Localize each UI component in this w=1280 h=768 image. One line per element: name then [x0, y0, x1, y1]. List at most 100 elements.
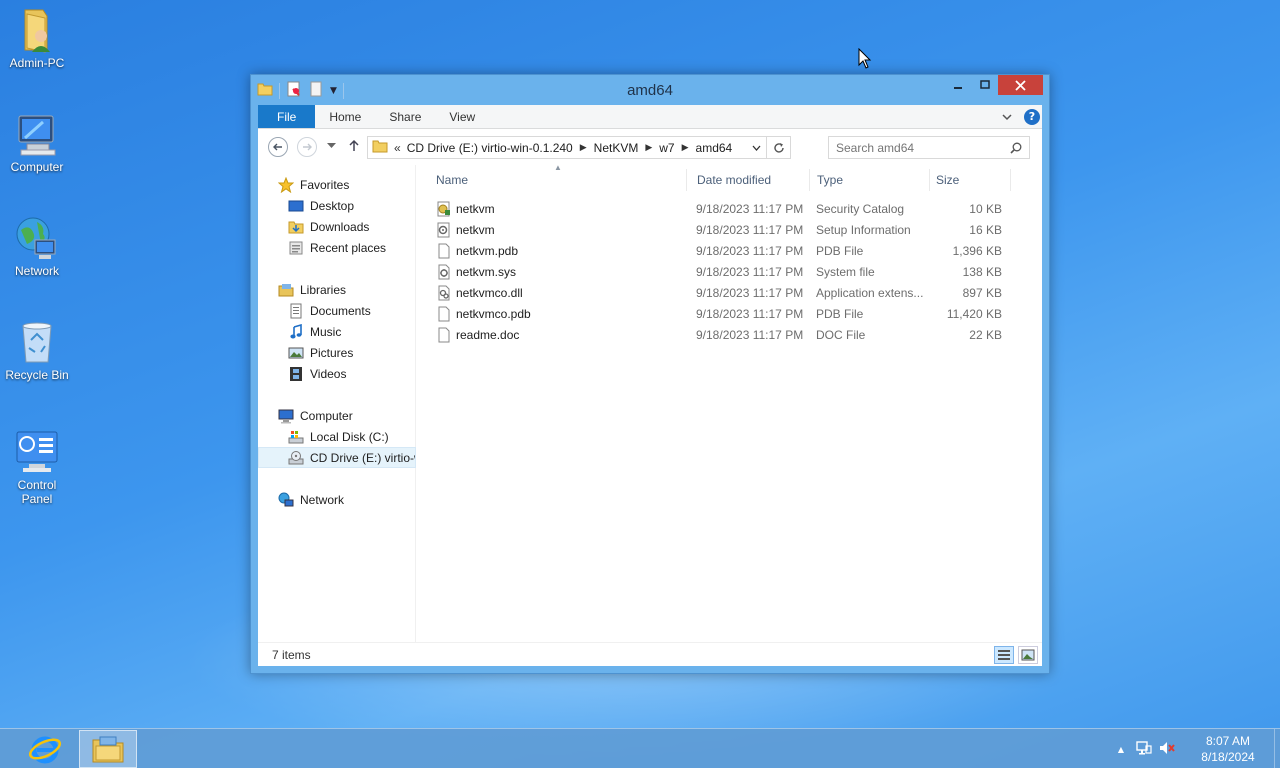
nav-computer[interactable]: Computer: [258, 405, 416, 426]
window-title: amd64: [627, 82, 673, 99]
show-desktop-button[interactable]: [1274, 729, 1280, 768]
taskbar-file-explorer[interactable]: [79, 730, 137, 768]
column-header-size[interactable]: Size: [936, 165, 959, 195]
breadcrumb-overflow[interactable]: «: [394, 141, 401, 155]
file-row[interactable]: netkvm.sys 9/18/2023 11:17 PM System fil…: [416, 261, 1042, 282]
explorer-window[interactable]: ▼ amd64 File Home Share View ? « CD Driv…: [250, 74, 1050, 674]
nav-label: Local Disk (C:): [310, 429, 389, 444]
nav-desktop[interactable]: Desktop: [258, 195, 416, 216]
column-header-name[interactable]: Name: [436, 165, 468, 195]
breadcrumb-item-w7[interactable]: w7: [659, 141, 674, 155]
column-header-type[interactable]: Type: [817, 165, 843, 195]
file-row[interactable]: netkvm 9/18/2023 11:17 PM Security Catal…: [416, 198, 1042, 219]
close-button[interactable]: [998, 75, 1043, 95]
file-name: readme.doc: [456, 327, 520, 342]
star-icon: [277, 176, 295, 193]
search-box[interactable]: [828, 136, 1030, 159]
file-row[interactable]: netkvmco.pdb 9/18/2023 11:17 PM PDB File…: [416, 303, 1042, 324]
column-divider[interactable]: [1010, 169, 1011, 191]
minimize-button[interactable]: [944, 75, 971, 95]
show-hidden-icons-button[interactable]: ▲: [1118, 745, 1124, 754]
file-type: Setup Information: [816, 222, 911, 237]
address-bar[interactable]: « CD Drive (E:) virtio-win-0.1.240 ▶ Net…: [367, 136, 791, 159]
mouse-cursor-icon: [858, 47, 872, 73]
desktop-icon-recycle-bin[interactable]: Recycle Bin: [0, 318, 74, 382]
desktop-icon-computer[interactable]: Computer: [0, 110, 74, 174]
nav-label: Libraries: [300, 282, 347, 297]
file-row[interactable]: netkvm 9/18/2023 11:17 PM Setup Informat…: [416, 219, 1042, 240]
file-row[interactable]: netkvmco.dll 9/18/2023 11:17 PM Applicat…: [416, 282, 1042, 303]
nav-cd-drive[interactable]: CD Drive (E:) virtio-win-0.1.240: [258, 447, 416, 468]
volume-muted-icon[interactable]: [1158, 740, 1176, 759]
clock-date: 8/18/2024: [1201, 750, 1255, 764]
clock[interactable]: 8:07 AM 8/18/2024: [1190, 733, 1266, 765]
file-size: 10 KB: [969, 201, 1002, 216]
nav-pictures[interactable]: Pictures: [258, 342, 416, 363]
nav-documents[interactable]: Documents: [258, 300, 416, 321]
pictures-icon: [288, 345, 304, 361]
file-type: System file: [816, 264, 875, 279]
tab-home[interactable]: Home: [315, 105, 375, 128]
refresh-icon: [773, 142, 784, 153]
desktop-icon-admin-pc[interactable]: Admin-PC: [0, 6, 74, 70]
nav-downloads[interactable]: Downloads: [258, 216, 416, 237]
column-header-date-modified[interactable]: Date modified: [697, 165, 771, 195]
computer-icon: [13, 110, 61, 158]
nav-label: CD Drive (E:) virtio-win-0.1.240: [310, 450, 415, 465]
nav-videos[interactable]: Videos: [258, 363, 416, 384]
drive-folder-icon: [372, 138, 388, 157]
title-bar[interactable]: ▼ amd64: [251, 75, 1049, 105]
tab-file[interactable]: File: [258, 105, 316, 128]
recent-locations-button[interactable]: [327, 142, 336, 152]
up-button[interactable]: [348, 139, 360, 156]
nav-music[interactable]: Music: [258, 321, 416, 342]
column-divider[interactable]: [809, 169, 810, 191]
desktop-icon-network[interactable]: Network: [0, 214, 74, 278]
breadcrumb-item-amd64[interactable]: amd64: [696, 141, 733, 155]
file-row[interactable]: netkvm.pdb 9/18/2023 11:17 PM PDB File 1…: [416, 240, 1042, 261]
file-date: 9/18/2023 11:17 PM: [696, 243, 804, 258]
details-view-button[interactable]: [994, 645, 1014, 664]
column-divider[interactable]: [686, 169, 687, 191]
hard-drive-icon: [288, 429, 304, 445]
column-divider[interactable]: [929, 169, 930, 191]
nav-network[interactable]: Network: [258, 489, 416, 510]
file-row[interactable]: readme.doc 9/18/2023 11:17 PM DOC File 2…: [416, 324, 1042, 345]
navigation-pane[interactable]: Favorites Desktop Downloads Recent place…: [258, 165, 416, 642]
network-globe-icon: [13, 214, 61, 262]
chevron-down-icon: [327, 143, 336, 148]
nav-recent-places[interactable]: Recent places: [258, 237, 416, 258]
file-type: PDB File: [816, 306, 864, 321]
taskbar-internet-explorer[interactable]: [16, 730, 74, 768]
nav-libraries[interactable]: Libraries: [258, 279, 416, 300]
tab-share[interactable]: Share: [375, 105, 435, 128]
breadcrumb-item-netkvm[interactable]: NetKVM: [594, 141, 639, 155]
expand-ribbon-icon[interactable]: [1002, 110, 1012, 124]
tab-view[interactable]: View: [435, 105, 489, 128]
search-icon[interactable]: [1010, 142, 1022, 154]
breadcrumb-chevron-icon[interactable]: ▶: [682, 142, 689, 153]
network-status-icon[interactable]: [1136, 740, 1152, 759]
breadcrumb-item-cd-drive[interactable]: CD Drive (E:) virtio-win-0.1.240: [407, 141, 573, 155]
nav-local-disk[interactable]: Local Disk (C:): [258, 426, 416, 447]
address-history-button[interactable]: [746, 143, 766, 153]
navigation-bar: « CD Drive (E:) virtio-win-0.1.240 ▶ Net…: [258, 129, 1042, 165]
help-icon[interactable]: ?: [1024, 108, 1040, 125]
back-button[interactable]: [268, 137, 288, 157]
desktop-icon-label: Computer: [10, 160, 64, 174]
desktop-icon-label: Recycle Bin: [5, 368, 69, 382]
desktop-icon-control-panel[interactable]: Control Panel: [0, 428, 74, 506]
search-input[interactable]: [836, 140, 1006, 155]
file-explorer-icon: [92, 736, 124, 763]
maximize-button[interactable]: [971, 75, 998, 95]
file-name: netkvmco.dll: [456, 285, 523, 300]
breadcrumb-chevron-icon[interactable]: ▶: [580, 142, 587, 153]
large-icons-view-button[interactable]: [1018, 645, 1038, 664]
file-list[interactable]: ▲ Name Date modified Type Size netkvm 9/…: [416, 163, 1042, 642]
nav-label: Favorites: [300, 177, 350, 192]
nav-favorites[interactable]: Favorites: [258, 174, 416, 195]
forward-button[interactable]: [297, 137, 317, 157]
breadcrumb-chevron-icon[interactable]: ▶: [645, 142, 652, 153]
details-view-icon: [998, 649, 1010, 660]
refresh-button[interactable]: [766, 137, 790, 158]
